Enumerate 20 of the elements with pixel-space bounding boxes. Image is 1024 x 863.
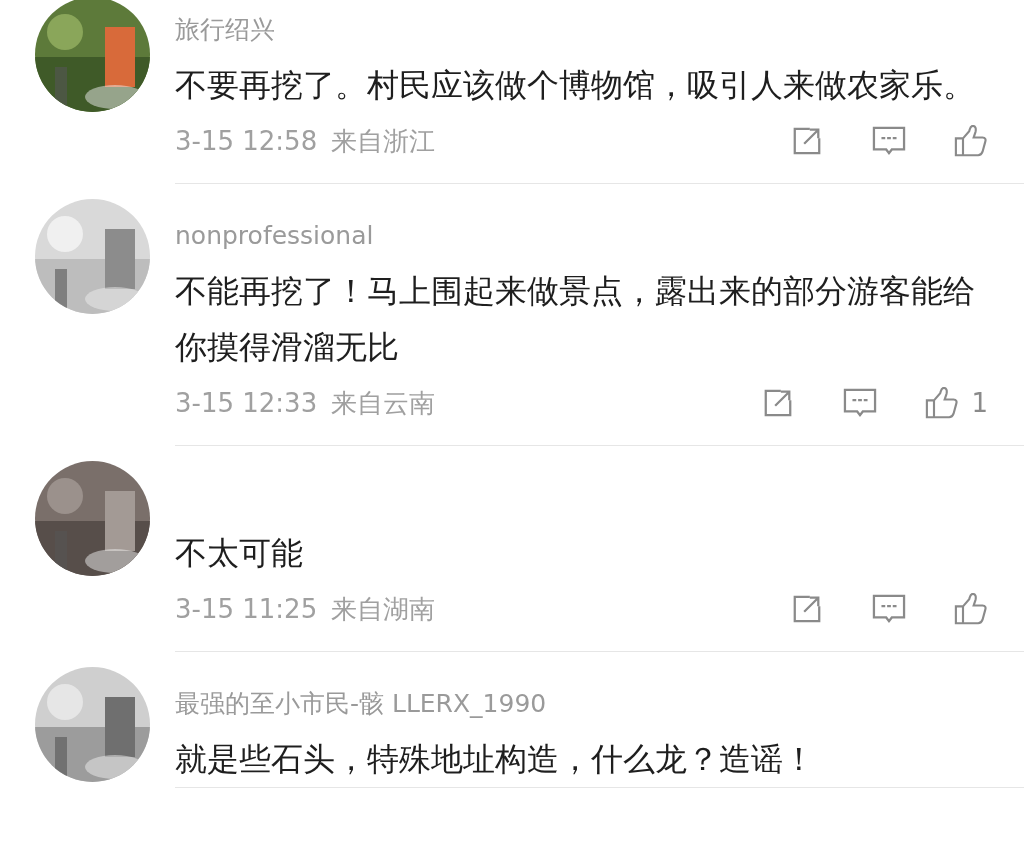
comment-text: 不能再挖了！马上围起来做景点，露出来的部分游客能给你摸得滑溜无比 [175,271,976,368]
comment-text: 就是些石头，特殊地址构造，什么龙？造谣！ [175,739,816,780]
comment-icon[interactable] [872,593,906,625]
thumbs-up-icon[interactable] [954,593,988,625]
comment-icon[interactable] [872,125,906,157]
comment-time: 3-15 11:25 [175,594,318,624]
like-count: 1 [971,388,988,418]
thumbs-up-icon[interactable] [954,125,988,157]
username[interactable]: 最强的至小市民-骸 LLERX_1990 [175,684,1024,724]
comment-icon[interactable] [843,387,878,419]
comment-text: 不太可能 [175,533,304,574]
comment-text: 不要再挖了。村民应该做个博物馆，吸引人来做农家乐。 [175,65,976,106]
comment-location: 来自湖南 [331,592,436,626]
username[interactable]: 旅行绍兴 [175,10,1024,50]
comment-location: 来自云南 [331,386,436,420]
comment-time: 3-15 12:58 [175,126,318,156]
comment-location: 来自浙江 [331,124,436,158]
thumbs-up-icon[interactable] [925,387,960,419]
username[interactable]: nonprofessional [175,216,1024,256]
comment-time: 3-15 12:33 [175,388,318,418]
